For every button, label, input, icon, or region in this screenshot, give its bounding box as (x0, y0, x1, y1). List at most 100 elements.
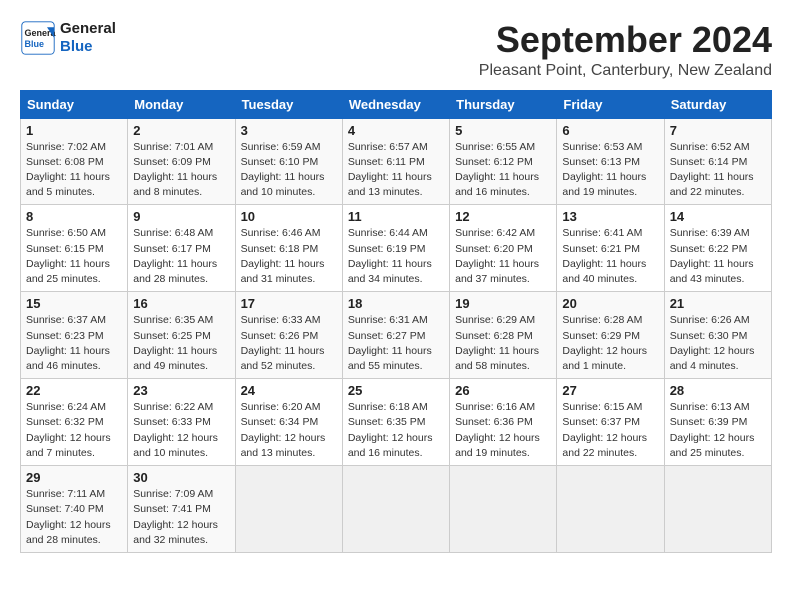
day-cell: 6 Sunrise: 6:53 AMSunset: 6:13 PMDaylight… (557, 118, 664, 205)
day-detail: Sunrise: 6:37 AMSunset: 6:23 PMDaylight:… (26, 313, 122, 374)
day-number: 18 (348, 296, 444, 311)
day-cell: 8Sunrise: 6:50 AMSunset: 6:15 PMDaylight… (21, 205, 128, 292)
day-number: 8 (26, 209, 122, 224)
logo-blue: Blue (60, 38, 116, 56)
day-cell: 22Sunrise: 6:24 AMSunset: 6:32 PMDayligh… (21, 379, 128, 466)
header-saturday: Saturday (664, 90, 771, 118)
logo: General Blue General Blue (20, 20, 116, 56)
day-number: 21 (670, 296, 766, 311)
day-detail: Sunrise: 6:57 AMSunset: 6:11 PMDaylight:… (348, 140, 444, 201)
day-number: 6 (562, 123, 658, 138)
day-cell: 18Sunrise: 6:31 AMSunset: 6:27 PMDayligh… (342, 292, 449, 379)
day-cell (235, 466, 342, 553)
day-cell: 25Sunrise: 6:18 AMSunset: 6:35 PMDayligh… (342, 379, 449, 466)
month-title: September 2024 (479, 20, 772, 60)
header-monday: Monday (128, 90, 235, 118)
day-detail: Sunrise: 6:59 AMSunset: 6:10 PMDaylight:… (241, 140, 337, 201)
day-cell: 1 Sunrise: 7:02 AMSunset: 6:08 PMDaylight… (21, 118, 128, 205)
day-number: 14 (670, 209, 766, 224)
header-friday: Friday (557, 90, 664, 118)
day-cell: 4 Sunrise: 6:57 AMSunset: 6:11 PMDaylight… (342, 118, 449, 205)
day-number: 10 (241, 209, 337, 224)
day-cell: 28 Sunrise: 6:13 AMSunset: 6:39 PMDayligh… (664, 379, 771, 466)
week-row-5: 29Sunrise: 7:11 AMSunset: 7:40 PMDayligh… (21, 466, 772, 553)
day-cell: 7 Sunrise: 6:52 AMSunset: 6:14 PMDaylight… (664, 118, 771, 205)
day-number: 5 (455, 123, 551, 138)
day-detail: Sunrise: 6:15 AMSunset: 6:37 PMDaylight:… (562, 400, 658, 461)
page-header: General Blue General Blue September 2024… (20, 20, 772, 80)
day-number: 20 (562, 296, 658, 311)
day-number: 19 (455, 296, 551, 311)
day-detail: Sunrise: 7:11 AMSunset: 7:40 PMDaylight:… (26, 487, 122, 548)
day-number: 27 (562, 383, 658, 398)
day-detail: Sunrise: 6:52 AMSunset: 6:14 PMDaylight:… (670, 140, 766, 201)
week-row-2: 8Sunrise: 6:50 AMSunset: 6:15 PMDaylight… (21, 205, 772, 292)
day-cell: 26Sunrise: 6:16 AMSunset: 6:36 PMDayligh… (450, 379, 557, 466)
day-cell: 29Sunrise: 7:11 AMSunset: 7:40 PMDayligh… (21, 466, 128, 553)
day-detail: Sunrise: 6:48 AMSunset: 6:17 PMDaylight:… (133, 226, 229, 287)
day-cell: 12Sunrise: 6:42 AMSunset: 6:20 PMDayligh… (450, 205, 557, 292)
logo-general: General (60, 20, 116, 38)
day-number: 16 (133, 296, 229, 311)
header-thursday: Thursday (450, 90, 557, 118)
day-cell (664, 466, 771, 553)
day-number: 4 (348, 123, 444, 138)
day-cell: 3Sunrise: 6:59 AMSunset: 6:10 PMDaylight… (235, 118, 342, 205)
day-number: 11 (348, 209, 444, 224)
day-number: 7 (670, 123, 766, 138)
day-cell (342, 466, 449, 553)
day-detail: Sunrise: 6:28 AMSunset: 6:29 PMDaylight:… (562, 313, 658, 374)
day-number: 12 (455, 209, 551, 224)
header-row: SundayMondayTuesdayWednesdayThursdayFrid… (21, 90, 772, 118)
day-detail: Sunrise: 7:02 AMSunset: 6:08 PMDaylight:… (26, 140, 122, 201)
day-number: 2 (133, 123, 229, 138)
day-number: 15 (26, 296, 122, 311)
header-wednesday: Wednesday (342, 90, 449, 118)
day-detail: Sunrise: 6:22 AMSunset: 6:33 PMDaylight:… (133, 400, 229, 461)
day-cell: 23 Sunrise: 6:22 AMSunset: 6:33 PMDayligh… (128, 379, 235, 466)
week-row-1: 1 Sunrise: 7:02 AMSunset: 6:08 PMDaylight… (21, 118, 772, 205)
day-number: 28 (670, 383, 766, 398)
day-detail: Sunrise: 6:44 AMSunset: 6:19 PMDaylight:… (348, 226, 444, 287)
day-number: 24 (241, 383, 337, 398)
day-detail: Sunrise: 6:55 AMSunset: 6:12 PMDaylight:… (455, 140, 551, 201)
day-number: 1 (26, 123, 122, 138)
day-cell: 2Sunrise: 7:01 AMSunset: 6:09 PMDaylight… (128, 118, 235, 205)
day-detail: Sunrise: 6:26 AMSunset: 6:30 PMDaylight:… (670, 313, 766, 374)
day-cell: 10Sunrise: 6:46 AMSunset: 6:18 PMDayligh… (235, 205, 342, 292)
day-cell: 15 Sunrise: 6:37 AMSunset: 6:23 PMDayligh… (21, 292, 128, 379)
day-cell: 20 Sunrise: 6:28 AMSunset: 6:29 PMDayligh… (557, 292, 664, 379)
title-section: September 2024 Pleasant Point, Canterbur… (479, 20, 772, 80)
svg-text:Blue: Blue (25, 39, 45, 49)
day-number: 30 (133, 470, 229, 485)
day-number: 25 (348, 383, 444, 398)
logo-icon: General Blue (20, 20, 56, 56)
day-detail: Sunrise: 7:09 AMSunset: 7:41 PMDaylight:… (133, 487, 229, 548)
day-cell: 16Sunrise: 6:35 AMSunset: 6:25 PMDayligh… (128, 292, 235, 379)
week-row-4: 22Sunrise: 6:24 AMSunset: 6:32 PMDayligh… (21, 379, 772, 466)
day-cell: 14Sunrise: 6:39 AMSunset: 6:22 PMDayligh… (664, 205, 771, 292)
calendar-body: 1 Sunrise: 7:02 AMSunset: 6:08 PMDaylight… (21, 118, 772, 552)
day-cell: 9 Sunrise: 6:48 AMSunset: 6:17 PMDaylight… (128, 205, 235, 292)
week-row-3: 15 Sunrise: 6:37 AMSunset: 6:23 PMDayligh… (21, 292, 772, 379)
day-cell: 21 Sunrise: 6:26 AMSunset: 6:30 PMDayligh… (664, 292, 771, 379)
day-number: 9 (133, 209, 229, 224)
day-cell: 11 Sunrise: 6:44 AMSunset: 6:19 PMDayligh… (342, 205, 449, 292)
day-cell: 19 Sunrise: 6:29 AMSunset: 6:28 PMDayligh… (450, 292, 557, 379)
day-number: 23 (133, 383, 229, 398)
day-number: 17 (241, 296, 337, 311)
day-cell: 30 Sunrise: 7:09 AMSunset: 7:41 PMDayligh… (128, 466, 235, 553)
day-detail: Sunrise: 6:13 AMSunset: 6:39 PMDaylight:… (670, 400, 766, 461)
calendar-table: SundayMondayTuesdayWednesdayThursdayFrid… (20, 90, 772, 553)
day-cell: 24Sunrise: 6:20 AMSunset: 6:34 PMDayligh… (235, 379, 342, 466)
day-number: 13 (562, 209, 658, 224)
day-detail: Sunrise: 6:29 AMSunset: 6:28 PMDaylight:… (455, 313, 551, 374)
day-cell: 5 Sunrise: 6:55 AMSunset: 6:12 PMDaylight… (450, 118, 557, 205)
day-detail: Sunrise: 6:41 AMSunset: 6:21 PMDaylight:… (562, 226, 658, 287)
day-detail: Sunrise: 6:33 AMSunset: 6:26 PMDaylight:… (241, 313, 337, 374)
day-cell: 27 Sunrise: 6:15 AMSunset: 6:37 PMDayligh… (557, 379, 664, 466)
location: Pleasant Point, Canterbury, New Zealand (479, 62, 772, 80)
day-number: 22 (26, 383, 122, 398)
header-sunday: Sunday (21, 90, 128, 118)
day-detail: Sunrise: 6:53 AMSunset: 6:13 PMDaylight:… (562, 140, 658, 201)
